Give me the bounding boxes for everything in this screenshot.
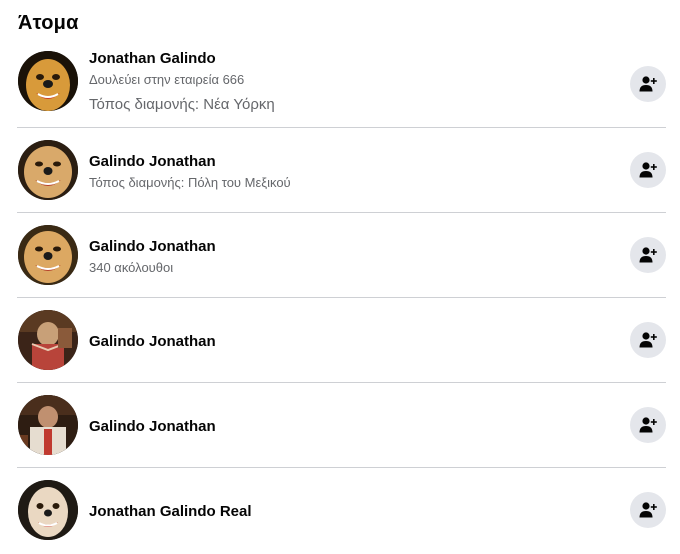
list-item[interactable]: Galindo Jonathan <box>0 383 680 468</box>
list-item[interactable]: Galindo Jonathan <box>0 298 680 383</box>
person-name[interactable]: Galindo Jonathan <box>89 153 291 171</box>
avatar[interactable] <box>18 480 78 540</box>
add-friend-button[interactable] <box>630 66 666 102</box>
add-friend-icon <box>639 502 657 518</box>
person-name[interactable]: Galindo Jonathan <box>89 238 216 256</box>
person-info: Galindo Jonathan 340 ακόλουθοι <box>89 238 216 276</box>
add-friend-button[interactable] <box>630 322 666 358</box>
add-friend-icon <box>639 76 657 92</box>
person-name[interactable]: Jonathan Galindo <box>89 50 275 68</box>
list-item[interactable]: Jonathan Galindo Δουλεύει στην εταιρεία … <box>0 42 680 128</box>
avatar[interactable] <box>18 310 78 370</box>
person-workplace: Δουλεύει στην εταιρεία 666 <box>89 72 245 87</box>
avatar[interactable] <box>18 140 78 200</box>
person-info: Galindo Jonathan Τόπος διαμονής: Πόλη το… <box>89 153 291 191</box>
person-name[interactable]: Jonathan Galindo Real <box>89 503 252 521</box>
person-info: Galindo Jonathan <box>89 333 216 351</box>
avatar[interactable] <box>18 225 78 285</box>
person-name[interactable]: Galindo Jonathan <box>89 418 216 436</box>
add-friend-button[interactable] <box>630 407 666 443</box>
page-title: Άτομα <box>18 12 79 34</box>
add-friend-icon <box>639 417 657 433</box>
people-list: Jonathan Galindo Δουλεύει στην εταιρεία … <box>0 42 680 553</box>
avatar[interactable] <box>18 51 78 111</box>
person-location: Τόπος διαμονής: Πόλη του Μεξικού <box>89 175 291 190</box>
add-friend-button[interactable] <box>630 152 666 188</box>
person-info: Jonathan Galindo Real <box>89 503 252 521</box>
add-friend-icon <box>639 332 657 348</box>
person-followers: 340 ακόλουθοι <box>89 260 174 275</box>
add-friend-button[interactable] <box>630 492 666 528</box>
add-friend-icon <box>639 247 657 263</box>
add-friend-icon <box>639 162 657 178</box>
person-info: Galindo Jonathan <box>89 418 216 436</box>
avatar[interactable] <box>18 395 78 455</box>
add-friend-button[interactable] <box>630 237 666 273</box>
list-item[interactable]: Jonathan Galindo Real <box>0 468 680 553</box>
person-info: Jonathan Galindo Δουλεύει στην εταιρεία … <box>89 50 275 114</box>
person-name[interactable]: Galindo Jonathan <box>89 333 216 351</box>
list-item[interactable]: Galindo Jonathan 340 ακόλουθοι <box>0 213 680 298</box>
person-location: Τόπος διαμονής: Νέα Υόρκη <box>89 96 275 113</box>
list-item[interactable]: Galindo Jonathan Τόπος διαμονής: Πόλη το… <box>0 128 680 213</box>
